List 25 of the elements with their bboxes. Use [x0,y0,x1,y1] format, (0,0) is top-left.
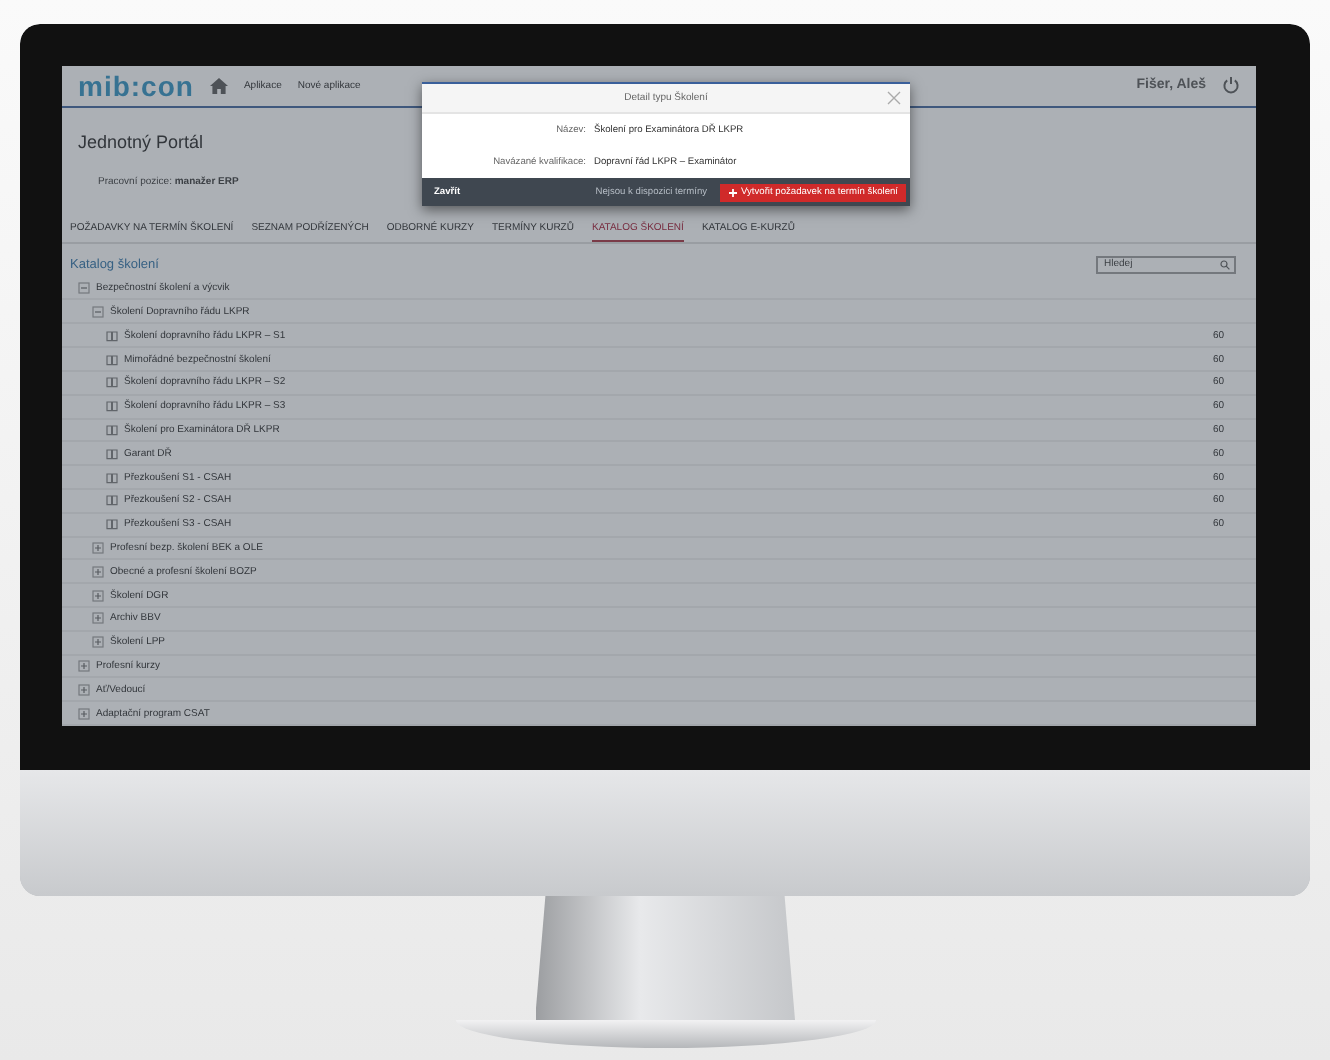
close-icon[interactable] [886,90,902,106]
book-icon [106,518,118,531]
expand-icon[interactable] [92,612,104,625]
book-icon [106,471,118,484]
book-icon [106,376,118,389]
power-icon[interactable] [1222,76,1240,95]
collapse-icon[interactable] [92,305,104,318]
expand-icon[interactable] [92,636,104,649]
book-icon [106,423,118,436]
expand-icon[interactable] [78,683,90,696]
search-icon[interactable] [1220,259,1230,270]
expand-icon[interactable] [92,565,104,578]
expand-icon[interactable] [78,660,90,673]
collapse-icon[interactable] [78,282,90,295]
book-icon [106,329,118,342]
home-icon[interactable] [209,77,228,94]
expand-icon[interactable] [78,707,90,720]
book-icon [106,447,118,460]
book-icon [106,353,118,365]
book-icon [106,494,118,507]
expand-icon[interactable] [92,542,104,554]
page-title: Jednotný Portál [78,131,204,152]
plus-icon [727,187,738,197]
expand-icon[interactable] [92,589,104,602]
book-icon [106,400,118,413]
